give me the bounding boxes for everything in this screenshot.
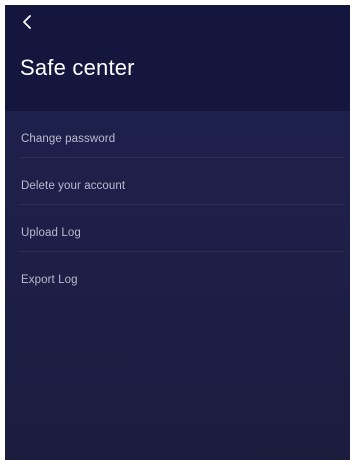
upload-log-item[interactable]: Upload Log <box>20 205 344 252</box>
settings-menu: Change password Delete your account Uplo… <box>5 111 350 298</box>
header-bar: Safe center <box>5 5 350 111</box>
safe-center-screen: Safe center Change password Delete your … <box>5 5 350 460</box>
export-log-item[interactable]: Export Log <box>20 252 344 298</box>
back-button[interactable] <box>19 13 37 31</box>
export-log-label: Export Log <box>21 274 78 286</box>
change-password-label: Change password <box>21 133 116 145</box>
delete-account-label: Delete your account <box>21 180 126 192</box>
page-title: Safe center <box>20 55 135 80</box>
delete-account-item[interactable]: Delete your account <box>20 158 344 205</box>
change-password-item[interactable]: Change password <box>20 111 344 158</box>
chevron-left-icon <box>23 15 31 29</box>
upload-log-label: Upload Log <box>21 227 81 239</box>
